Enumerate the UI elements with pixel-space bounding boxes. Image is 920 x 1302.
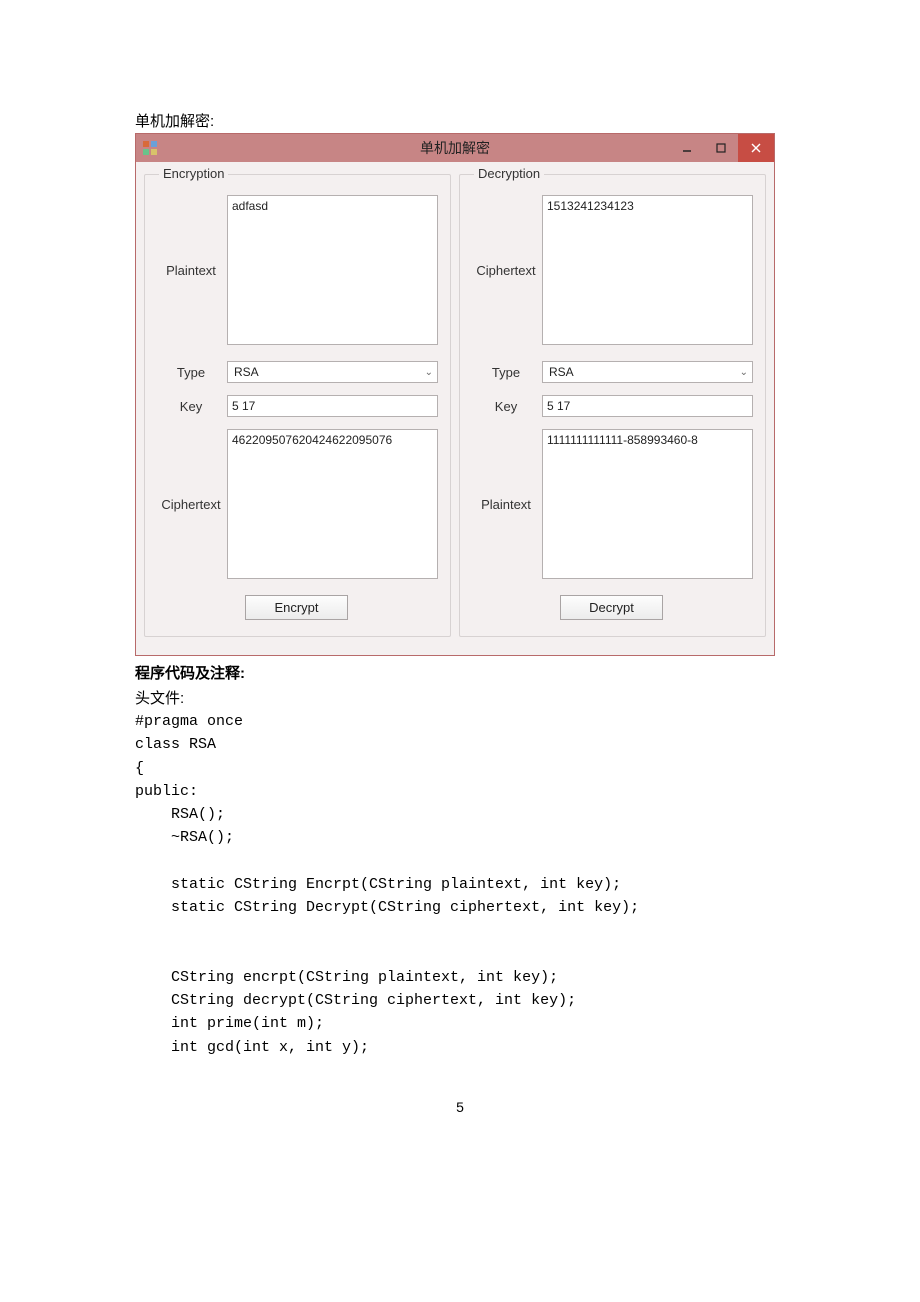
header-file-label: 头文件:	[135, 687, 785, 708]
enc-plaintext-input[interactable]: adfasd	[227, 195, 438, 345]
enc-ciphertext-output[interactable]: 462209507620424622095076	[227, 429, 438, 579]
encryption-group: Encryption Plaintext adfasd Type RSA ⌄ K…	[144, 174, 451, 637]
enc-type-select[interactable]: RSA ⌄	[227, 361, 438, 383]
close-button[interactable]	[738, 134, 774, 162]
titlebar: 单机加解密	[136, 134, 774, 162]
dec-type-select[interactable]: RSA ⌄	[542, 361, 753, 383]
dec-key-label: Key	[470, 399, 542, 414]
dec-type-value: RSA	[549, 365, 574, 379]
caption-text: 单机加解密:	[135, 110, 785, 131]
dec-plaintext-label: Plaintext	[470, 497, 542, 512]
decrypt-button[interactable]: Decrypt	[560, 595, 663, 620]
enc-key-input[interactable]	[227, 395, 438, 417]
maximize-button[interactable]	[704, 134, 738, 162]
minimize-button[interactable]	[670, 134, 704, 162]
app-icon	[142, 140, 158, 156]
code-block: #pragma once class RSA { public: RSA(); …	[135, 710, 785, 1059]
chevron-down-icon: ⌄	[425, 367, 433, 378]
enc-key-label: Key	[155, 399, 227, 414]
client-area: Encryption Plaintext adfasd Type RSA ⌄ K…	[136, 162, 774, 655]
encrypt-button[interactable]: Encrypt	[245, 595, 347, 620]
code-heading: 程序代码及注释:	[135, 662, 785, 683]
window-buttons	[670, 134, 774, 162]
decryption-legend: Decryption	[474, 166, 544, 181]
page-number: 5	[135, 1099, 785, 1115]
chevron-down-icon: ⌄	[740, 367, 748, 378]
app-window: 单机加解密 Encryption Plaintext adfasd	[135, 133, 775, 656]
enc-type-label: Type	[155, 365, 227, 380]
encryption-legend: Encryption	[159, 166, 228, 181]
enc-ciphertext-label: Ciphertext	[155, 497, 227, 512]
enc-type-value: RSA	[234, 365, 259, 379]
dec-ciphertext-label: Ciphertext	[470, 263, 542, 278]
enc-plaintext-label: Plaintext	[155, 263, 227, 278]
dec-type-label: Type	[470, 365, 542, 380]
decryption-group: Decryption Ciphertext 1513241234123 Type…	[459, 174, 766, 637]
dec-plaintext-output[interactable]: 1111111111111-858993460-8	[542, 429, 753, 579]
dec-key-input[interactable]	[542, 395, 753, 417]
dec-ciphertext-input[interactable]: 1513241234123	[542, 195, 753, 345]
